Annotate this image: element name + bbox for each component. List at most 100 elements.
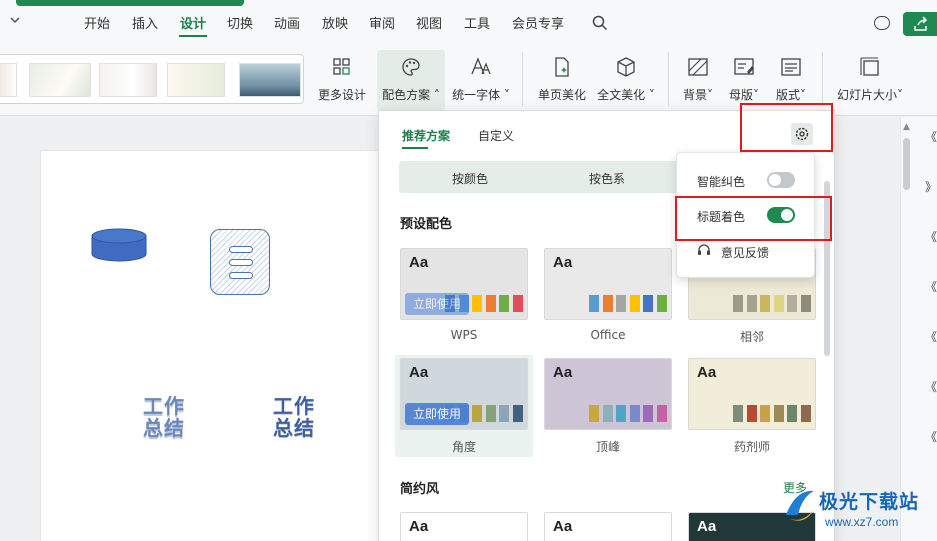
tab-home[interactable]: 开始 [84,14,110,36]
tab-custom[interactable]: 自定义 [478,127,514,144]
background-button[interactable]: 背景˅ [676,50,720,110]
tab-transition[interactable]: 切换 [227,14,253,36]
search-icon[interactable] [591,14,609,32]
tab-view[interactable]: 视图 [416,14,442,36]
cloud-icon[interactable] [874,16,890,30]
color-scheme-name: 药剂师 [733,440,770,454]
color-scheme-card[interactable]: Aa 立即使用 [400,358,528,430]
by-series-option[interactable]: 按色系 [589,170,625,187]
watermark-url: www.xz7.com [825,515,899,529]
page-beautify-button[interactable]: 单页美化 [532,50,592,110]
palette-icon [402,58,420,76]
color-swatch [760,405,770,422]
color-swatch [787,405,797,422]
theme-thumbnail[interactable] [0,63,17,97]
cube-icon [617,57,635,77]
share-button[interactable] [903,12,937,36]
scroll-up-icon[interactable]: ▲ [903,122,910,132]
watermark-logo-icon [786,490,814,521]
color-swatch [499,405,509,422]
color-swatch [616,295,626,312]
color-scheme-button[interactable]: 配色方案 ˄ [377,50,445,110]
use-now-button[interactable]: 立即使用 [405,403,469,425]
tab-active-underline [402,147,428,149]
rail-tool-icon[interactable]: 》 [925,178,937,195]
tab-member[interactable]: 会员专享 [512,14,564,36]
caret-down-icon: ˅ [500,88,510,102]
rail-tool-icon[interactable]: 《 [925,128,937,145]
smart-correct-toggle[interactable] [767,172,795,188]
tab-insert[interactable]: 插入 [132,14,158,36]
tab-animation[interactable]: 动画 [274,14,300,36]
color-swatch [746,295,757,312]
color-scheme-name: WPS [450,328,478,342]
more-design-button[interactable]: 更多设计 [312,50,372,110]
by-color-option[interactable]: 按颜色 [452,170,488,187]
feedback-link[interactable]: 意见反馈 [721,244,769,261]
chevron-down-icon[interactable] [9,14,25,32]
color-swatch [656,295,667,312]
highlight-box-gear [740,103,833,152]
color-swatch [472,405,482,422]
rail-tool-icon[interactable]: 《 [925,428,937,445]
tab-review[interactable]: 审阅 [369,14,395,36]
cylinder-shape[interactable] [91,228,147,262]
background-icon [688,58,708,76]
color-swatch [787,295,797,312]
shape-line [229,246,253,253]
wordart-title[interactable]: 工作总结 [140,395,188,439]
tab-design[interactable]: 设计 [180,14,206,36]
color-swatch [589,405,599,422]
color-swatch [773,295,784,312]
wordart-title[interactable]: 工作总结 [270,395,318,439]
rail-tool-icon[interactable]: 《 [925,228,937,245]
rail-tool-icon[interactable]: 《 [925,378,937,395]
slide-page[interactable] [40,150,400,541]
color-scheme-name: 顶峰 [595,440,620,454]
theme-thumbnail[interactable] [167,63,225,97]
tab-tools[interactable]: 工具 [464,14,490,36]
master-button[interactable]: 母版˅ [724,50,764,110]
shape-line [229,272,253,279]
rail-tool-icon[interactable]: 《 [925,278,937,295]
color-scheme-card[interactable]: Aa 立即使用 [400,248,528,320]
color-swatch [602,295,613,312]
ribbon-divider [668,52,669,106]
tab-recommended[interactable]: 推荐方案 [402,127,450,144]
card-preview-text: Aa [553,254,573,271]
document-tab-indicator [16,0,244,6]
headset-icon [697,243,711,257]
theme-thumbnail[interactable] [99,63,157,97]
document-shape[interactable] [210,229,270,295]
highlight-box-title-color [675,196,832,241]
layout-icon [781,58,801,76]
theme-thumbnail[interactable] [239,63,301,97]
card-preview-text: Aa [409,254,429,271]
rail-tool-icon[interactable]: 《 [925,328,937,345]
use-now-button[interactable]: 立即使用 [405,293,469,315]
color-scheme-card[interactable]: Aa [544,248,672,320]
unify-font-button[interactable]: 统一字体 ˅ [450,50,512,110]
layout-button[interactable]: 版式˅ [770,50,812,110]
color-scheme-name: 相邻 [739,330,764,344]
theme-thumbnail[interactable] [29,63,91,97]
master-icon [734,58,754,75]
color-scheme-card[interactable]: Aa [544,358,672,430]
color-swatch [629,405,640,422]
page-magic-icon [555,57,569,77]
color-swatch [616,405,626,422]
color-swatch [643,405,653,422]
full-beautify-button[interactable]: 全文美化 ˅ [594,50,658,110]
preset-colors-title: 预设配色 [400,217,453,232]
color-swatch [733,295,743,312]
card-preview-text: Aa [697,364,717,381]
tab-slideshow[interactable]: 放映 [322,14,348,36]
slide-size-button[interactable]: 幻灯片大小˅ [832,50,908,110]
color-scheme-card[interactable]: Aa [400,512,528,541]
color-scheme-card[interactable]: Aa [544,512,672,541]
color-swatch [485,405,496,422]
caret-down-icon: ˅ [645,88,655,102]
color-scheme-card[interactable]: Aa [688,358,816,430]
canvas-scrollbar[interactable] [903,138,910,190]
theme-gallery[interactable] [0,54,304,104]
